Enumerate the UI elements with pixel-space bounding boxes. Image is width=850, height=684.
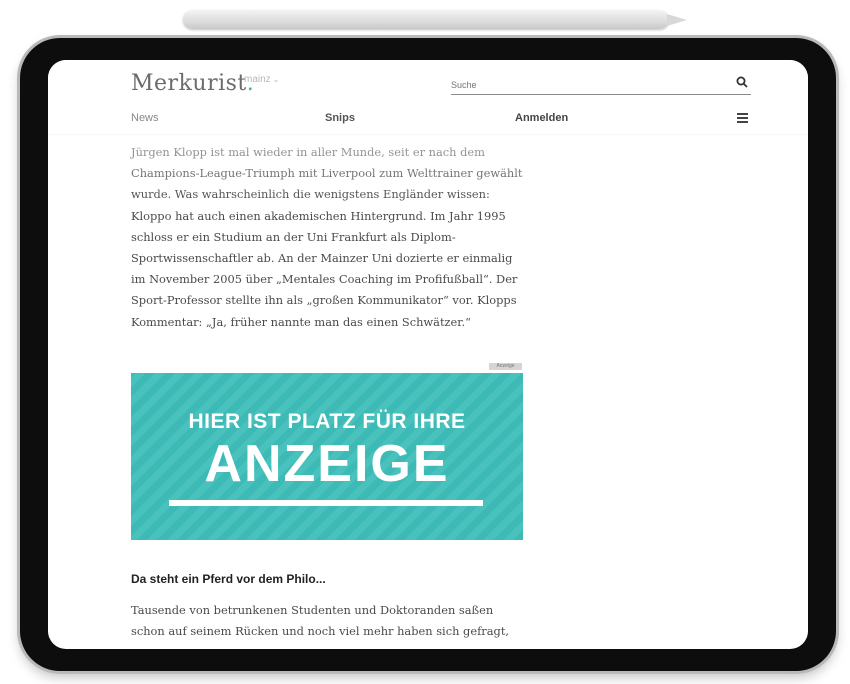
search-input[interactable]	[451, 76, 751, 95]
city-label: mainz	[244, 74, 271, 85]
tablet-screen: Merkurist. mainz⌄ News Snips Anmelden Jü…	[48, 60, 808, 649]
nav-login[interactable]: Anmelden	[515, 112, 568, 124]
apple-pencil	[183, 10, 687, 29]
site-header: Merkurist. mainz⌄ News Snips Anmelden	[48, 60, 808, 135]
hamburger-menu-icon[interactable]	[737, 113, 748, 123]
logo-text: Merkurist	[131, 71, 247, 96]
ad-title: ANZEIGE	[204, 435, 450, 493]
chevron-down-icon: ⌄	[272, 75, 280, 84]
tablet-frame: Merkurist. mainz⌄ News Snips Anmelden Jü…	[20, 38, 836, 671]
ad-banner[interactable]: HIER IST PLATZ FÜR IHRE ANZEIGE	[131, 373, 523, 540]
ad-headline: HIER IST PLATZ FÜR IHRE	[188, 410, 466, 433]
ad-underline	[169, 500, 483, 506]
nav-news[interactable]: News	[131, 112, 159, 124]
search-icon[interactable]	[736, 76, 748, 88]
ad-label: Anzeige	[489, 363, 522, 370]
site-logo[interactable]: Merkurist.	[131, 71, 254, 96]
nav-snips[interactable]: Snips	[325, 112, 355, 124]
article-paragraph: Jürgen Klopp ist mal wieder in aller Mun…	[131, 145, 523, 329]
article-paragraph-2: Tausende von betrunkenen Studenten und D…	[131, 603, 510, 639]
section-title: Da steht ein Pferd vor dem Philo...	[131, 572, 326, 586]
city-selector[interactable]: mainz ⌄	[244, 74, 279, 85]
